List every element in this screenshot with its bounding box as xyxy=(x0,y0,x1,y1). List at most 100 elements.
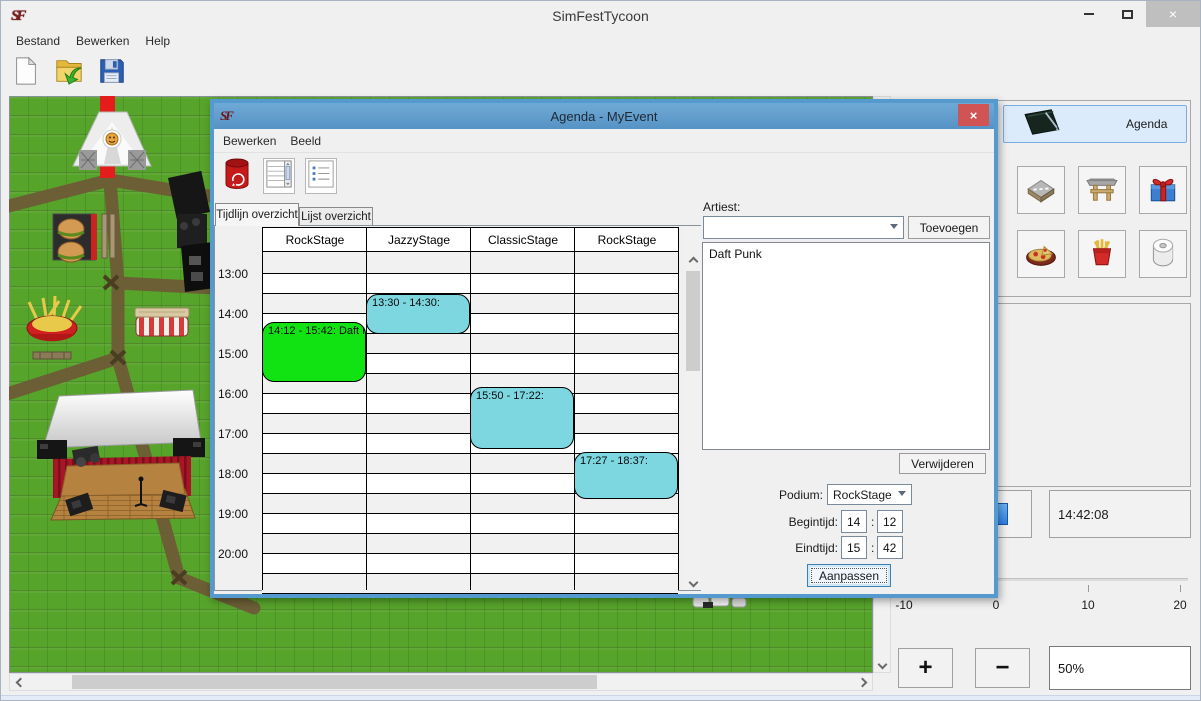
game-clock: 14:42:08 xyxy=(1049,490,1191,538)
shop-item-toilet-paper[interactable] xyxy=(1139,230,1187,278)
podium-combobox-value: RockStage xyxy=(833,488,892,502)
striped-stall xyxy=(135,308,189,336)
chevron-down-icon xyxy=(898,491,906,496)
schedule-scroll-up-icon[interactable] xyxy=(685,253,701,269)
end-minute-field[interactable]: 42 xyxy=(877,536,903,559)
list-view-icon xyxy=(307,158,335,195)
maximize-icon xyxy=(1122,10,1133,19)
remove-artist-button[interactable]: Verwijderen xyxy=(899,453,986,474)
add-artist-button[interactable]: Toevoegen xyxy=(908,216,990,239)
apply-button[interactable]: Aanpassen xyxy=(807,564,891,587)
shop-item-torii-gate[interactable] xyxy=(1078,166,1126,214)
open-file-icon xyxy=(54,56,84,91)
grid-column-line xyxy=(262,227,263,590)
shop-item-gift[interactable] xyxy=(1139,166,1187,214)
menu-item-help[interactable]: Help xyxy=(138,32,177,50)
entrance-tent xyxy=(73,112,151,170)
time-label: 15:00 xyxy=(218,347,260,361)
open-file-button[interactable] xyxy=(52,55,86,91)
artist-combobox[interactable] xyxy=(703,216,904,239)
zoom-level-field[interactable]: 50% xyxy=(1049,646,1191,690)
info-panel xyxy=(997,303,1191,487)
new-file-button[interactable] xyxy=(9,55,43,91)
stage-column-header: RockStage xyxy=(263,228,367,251)
minimize-button[interactable] xyxy=(1070,1,1108,27)
stage-column-header: RockStage xyxy=(575,228,679,251)
main-titlebar: SF SimFestTycoon × xyxy=(1,1,1200,31)
stage-column-header: ClassicStage xyxy=(471,228,575,251)
artist-label: Artiest: xyxy=(703,200,740,214)
agenda-button[interactable]: Agenda xyxy=(1003,105,1187,143)
equipment-stack xyxy=(168,171,215,292)
dialog-logo-icon: SF xyxy=(220,108,232,124)
main-toolbar xyxy=(1,51,1200,95)
agenda-button-label: Agenda xyxy=(1126,117,1167,131)
dialog-title: Agenda - MyEvent xyxy=(214,109,994,124)
map-horizontal-scrollbar[interactable] xyxy=(9,673,873,691)
begin-time-label: Begintijd: xyxy=(764,515,838,529)
slider-tick-label: -10 xyxy=(884,598,924,612)
road-tile-icon xyxy=(1024,171,1058,210)
slider-tick-mark xyxy=(1180,585,1181,592)
close-button[interactable]: × xyxy=(1146,1,1200,27)
schedule-event-15-50[interactable]: 15:50 - 17:22: xyxy=(470,387,574,448)
maximize-button[interactable] xyxy=(1108,1,1146,27)
podium-combobox[interactable]: RockStage xyxy=(827,484,912,505)
schedule-event-13-30[interactable]: 13:30 - 14:30: xyxy=(366,294,470,334)
list-view-button[interactable] xyxy=(305,158,337,194)
burger-stand xyxy=(53,214,97,262)
fries-icon xyxy=(1085,235,1119,274)
pizza-icon xyxy=(1024,235,1058,274)
end-time-label: Eindtijd: xyxy=(764,541,838,555)
artist-listbox[interactable]: Daft Punk xyxy=(702,242,990,450)
save-file-icon xyxy=(97,56,127,91)
scroll-right-icon[interactable] xyxy=(854,674,870,690)
time-separator: : xyxy=(871,515,874,529)
schedule-scroll-thumb[interactable] xyxy=(686,271,700,371)
tab-tijdlijn-overzicht[interactable]: Tijdlijn overzicht xyxy=(215,203,299,226)
schedule-event-17-27[interactable]: 17:27 - 18:37: xyxy=(574,452,678,499)
timeline-view-button[interactable] xyxy=(263,158,295,194)
zoom-in-button[interactable]: + xyxy=(898,648,953,688)
main-stage xyxy=(37,390,205,520)
schedule-event-14-12[interactable]: 14:12 - 15:42: Daft Punk xyxy=(262,322,366,382)
schedule-scroll-down-icon[interactable] xyxy=(685,574,701,590)
time-label: 18:00 xyxy=(218,467,260,481)
dialog-close-button[interactable]: × xyxy=(958,104,989,126)
schedule-grid[interactable]: RockStageJazzyStageClassicStageRockStage… xyxy=(214,225,701,591)
delete-icon xyxy=(223,158,251,195)
stage-column-header: JazzyStage xyxy=(367,228,471,251)
time-label: 14:00 xyxy=(218,307,260,321)
dialog-toolbar xyxy=(214,153,994,199)
dialog-menu-item-beeld[interactable]: Beeld xyxy=(283,132,328,150)
list-item-daft-punk[interactable]: Daft Punk xyxy=(703,243,989,261)
begin-minute-field[interactable]: 12 xyxy=(877,510,903,533)
agenda-dialog: Agenda - MyEvent SF × BewerkenBeeld Tijd… xyxy=(210,99,998,598)
shop-item-grid xyxy=(1017,166,1189,279)
begin-hour-field[interactable]: 14 xyxy=(841,510,867,533)
zoom-out-button[interactable]: − xyxy=(975,648,1030,688)
scroll-left-icon[interactable] xyxy=(12,674,28,690)
shop-item-road-tile[interactable] xyxy=(1017,166,1065,214)
delete-button[interactable] xyxy=(221,158,253,194)
fries-stand xyxy=(27,296,81,359)
schedule-scrollbar[interactable] xyxy=(685,226,701,590)
end-hour-field[interactable]: 15 xyxy=(841,536,867,559)
agenda-notebook-icon xyxy=(1004,107,1064,142)
time-label: 20:00 xyxy=(218,547,260,561)
slider-tick-mark xyxy=(1088,585,1089,592)
shop-item-fries[interactable] xyxy=(1078,230,1126,278)
shop-item-pizza[interactable] xyxy=(1017,230,1065,278)
menu-item-bestand[interactable]: Bestand xyxy=(9,32,67,50)
grid-column-line xyxy=(678,227,679,590)
save-file-button[interactable] xyxy=(95,55,129,91)
map-hscroll-thumb[interactable] xyxy=(72,675,597,689)
slider-tick-label: 10 xyxy=(1068,598,1108,612)
gift-icon xyxy=(1146,171,1180,210)
menu-item-bewerken[interactable]: Bewerken xyxy=(69,32,136,50)
dialog-menu-item-bewerken[interactable]: Bewerken xyxy=(216,132,283,150)
scroll-down-icon[interactable] xyxy=(874,656,890,672)
dialog-titlebar[interactable]: Agenda - MyEvent SF × xyxy=(214,103,994,129)
tab-lijst-overzicht[interactable]: Lijst overzicht xyxy=(299,207,373,226)
main-menubar: BestandBewerkenHelp xyxy=(1,31,1200,51)
